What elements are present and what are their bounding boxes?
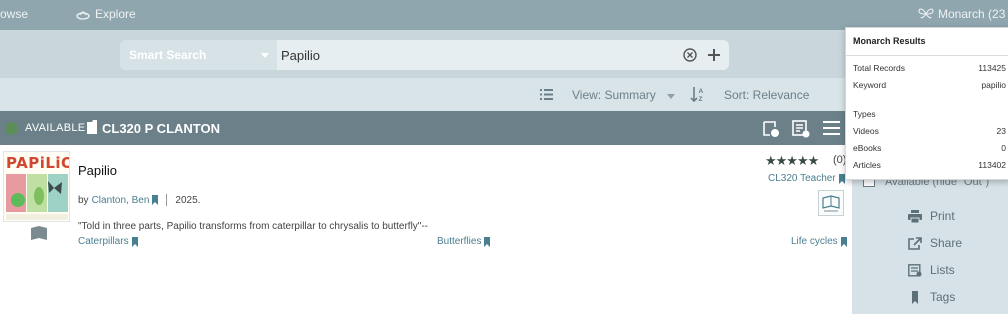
sort-select[interactable]: Sort: Relevance bbox=[724, 88, 809, 102]
bookmark-icon[interactable] bbox=[31, 226, 47, 240]
type-label: Videos bbox=[853, 126, 879, 136]
star-rating[interactable]: ★★★★★ bbox=[765, 153, 819, 169]
divider bbox=[166, 194, 168, 206]
nav-monarch[interactable]: Monarch (23 bbox=[918, 7, 1005, 21]
chevron-down-icon bbox=[261, 53, 269, 58]
result-summary: "Told in three parts, Papilio transforms… bbox=[78, 221, 428, 232]
subject-link-life-cycles[interactable]: Life cycles bbox=[791, 236, 847, 247]
list-icon bbox=[908, 263, 922, 277]
bookmark-tag-icon bbox=[87, 120, 97, 134]
tag-icon bbox=[912, 290, 918, 304]
top-nav-bar: owse Explore Monarch (23 bbox=[0, 0, 1008, 30]
subject-label: Caterpillars bbox=[78, 236, 129, 247]
tag-icon[interactable] bbox=[152, 195, 159, 205]
monarch-results-popup: Monarch Results Total Records 113425 Key… bbox=[845, 27, 1008, 180]
search-type-dropdown[interactable]: Smart Search bbox=[120, 40, 277, 70]
audience-label: CL320 Teacher bbox=[768, 173, 836, 184]
type-count: 113402 bbox=[978, 160, 1006, 170]
nav-explore[interactable]: Explore bbox=[76, 7, 136, 21]
result-title[interactable]: Papilio bbox=[78, 163, 117, 178]
available-status-icon bbox=[5, 122, 18, 135]
total-records-label: Total Records bbox=[853, 63, 905, 73]
keyword-value: papilio bbox=[981, 80, 1006, 90]
lists-button[interactable]: Lists bbox=[908, 263, 955, 277]
subject-label: Butterflies bbox=[437, 236, 482, 247]
hold-icon[interactable] bbox=[762, 120, 780, 138]
publication-year: 2025. bbox=[175, 194, 201, 206]
view-select[interactable]: View: Summary bbox=[572, 88, 656, 102]
subject-label: Life cycles bbox=[791, 236, 838, 247]
book-badge-icon[interactable] bbox=[818, 190, 844, 216]
tag-icon bbox=[840, 236, 847, 247]
tags-label: Tags bbox=[930, 290, 956, 304]
nav-monarch-label: Monarch (23 bbox=[938, 7, 1006, 21]
tag-icon bbox=[838, 173, 845, 184]
subject-link-butterflies[interactable]: Butterflies bbox=[437, 236, 491, 247]
tag-icon bbox=[131, 236, 138, 247]
keyword-row: Keyword papilio bbox=[853, 80, 1006, 90]
type-label: eBooks bbox=[853, 143, 882, 153]
type-count: 23 bbox=[996, 126, 1006, 136]
butterfly-icon bbox=[918, 8, 934, 19]
result-card: PAPiLiO Papilio by Clanton, Ben 2025. "T… bbox=[0, 145, 852, 314]
tag-icon bbox=[484, 236, 491, 247]
tags-button[interactable]: Tags bbox=[908, 290, 955, 304]
total-records-row: Total Records 113425 bbox=[853, 63, 1006, 73]
availability-status: AVAILABLE bbox=[25, 122, 86, 134]
share-button[interactable]: Share bbox=[908, 236, 962, 250]
author-link[interactable]: Clanton, Ben bbox=[92, 195, 150, 206]
popup-title: Monarch Results bbox=[846, 28, 1008, 56]
svg-text:Z: Z bbox=[699, 96, 703, 103]
menu-icon[interactable] bbox=[823, 120, 840, 136]
share-icon bbox=[908, 236, 922, 250]
total-records-value: 113425 bbox=[978, 63, 1006, 73]
type-label: Articles bbox=[853, 160, 881, 170]
audience-link[interactable]: CL320 Teacher bbox=[768, 173, 845, 184]
search-box: Smart Search bbox=[120, 40, 729, 70]
search-input[interactable] bbox=[277, 40, 683, 70]
clear-icon[interactable] bbox=[683, 48, 697, 62]
print-label: Print bbox=[930, 209, 955, 223]
list-view-icon[interactable] bbox=[540, 89, 553, 100]
type-count: 0 bbox=[1001, 143, 1006, 153]
svg-text:A: A bbox=[699, 88, 704, 95]
item-header-bar: AVAILABLE CL320 P CLANTON bbox=[0, 111, 852, 145]
byline: by Clanton, Ben 2025. bbox=[78, 194, 200, 206]
type-row-videos[interactable]: Videos 23 bbox=[853, 126, 1006, 136]
chevron-down-icon bbox=[667, 94, 675, 99]
keyword-label: Keyword bbox=[853, 80, 887, 90]
nav-browse[interactable]: owse bbox=[0, 7, 28, 21]
print-button[interactable]: Print bbox=[908, 209, 955, 223]
call-number[interactable]: CL320 P CLANTON bbox=[102, 121, 220, 136]
by-prefix: by bbox=[78, 194, 89, 206]
print-icon bbox=[908, 209, 922, 223]
book-cover[interactable]: PAPiLiO bbox=[3, 151, 70, 222]
nav-explore-label: Explore bbox=[95, 7, 136, 21]
types-heading: Types bbox=[853, 109, 876, 119]
cover-illustration bbox=[6, 174, 68, 220]
type-row-articles[interactable]: Articles 113402 bbox=[853, 160, 1006, 170]
search-type-label: Smart Search bbox=[129, 48, 207, 62]
nav-browse-label: owse bbox=[0, 7, 29, 21]
add-to-list-icon[interactable] bbox=[792, 120, 810, 138]
sort-icon[interactable]: A Z bbox=[690, 86, 706, 103]
lists-label: Lists bbox=[930, 263, 955, 277]
share-label: Share bbox=[930, 236, 963, 250]
add-icon[interactable] bbox=[707, 48, 721, 62]
subject-link-caterpillars[interactable]: Caterpillars bbox=[78, 236, 138, 247]
type-row-ebooks[interactable]: eBooks 0 bbox=[853, 143, 1006, 153]
sort-bar: View: Summary A Z Sort: Relevance bbox=[0, 78, 852, 111]
explore-icon bbox=[76, 11, 90, 20]
